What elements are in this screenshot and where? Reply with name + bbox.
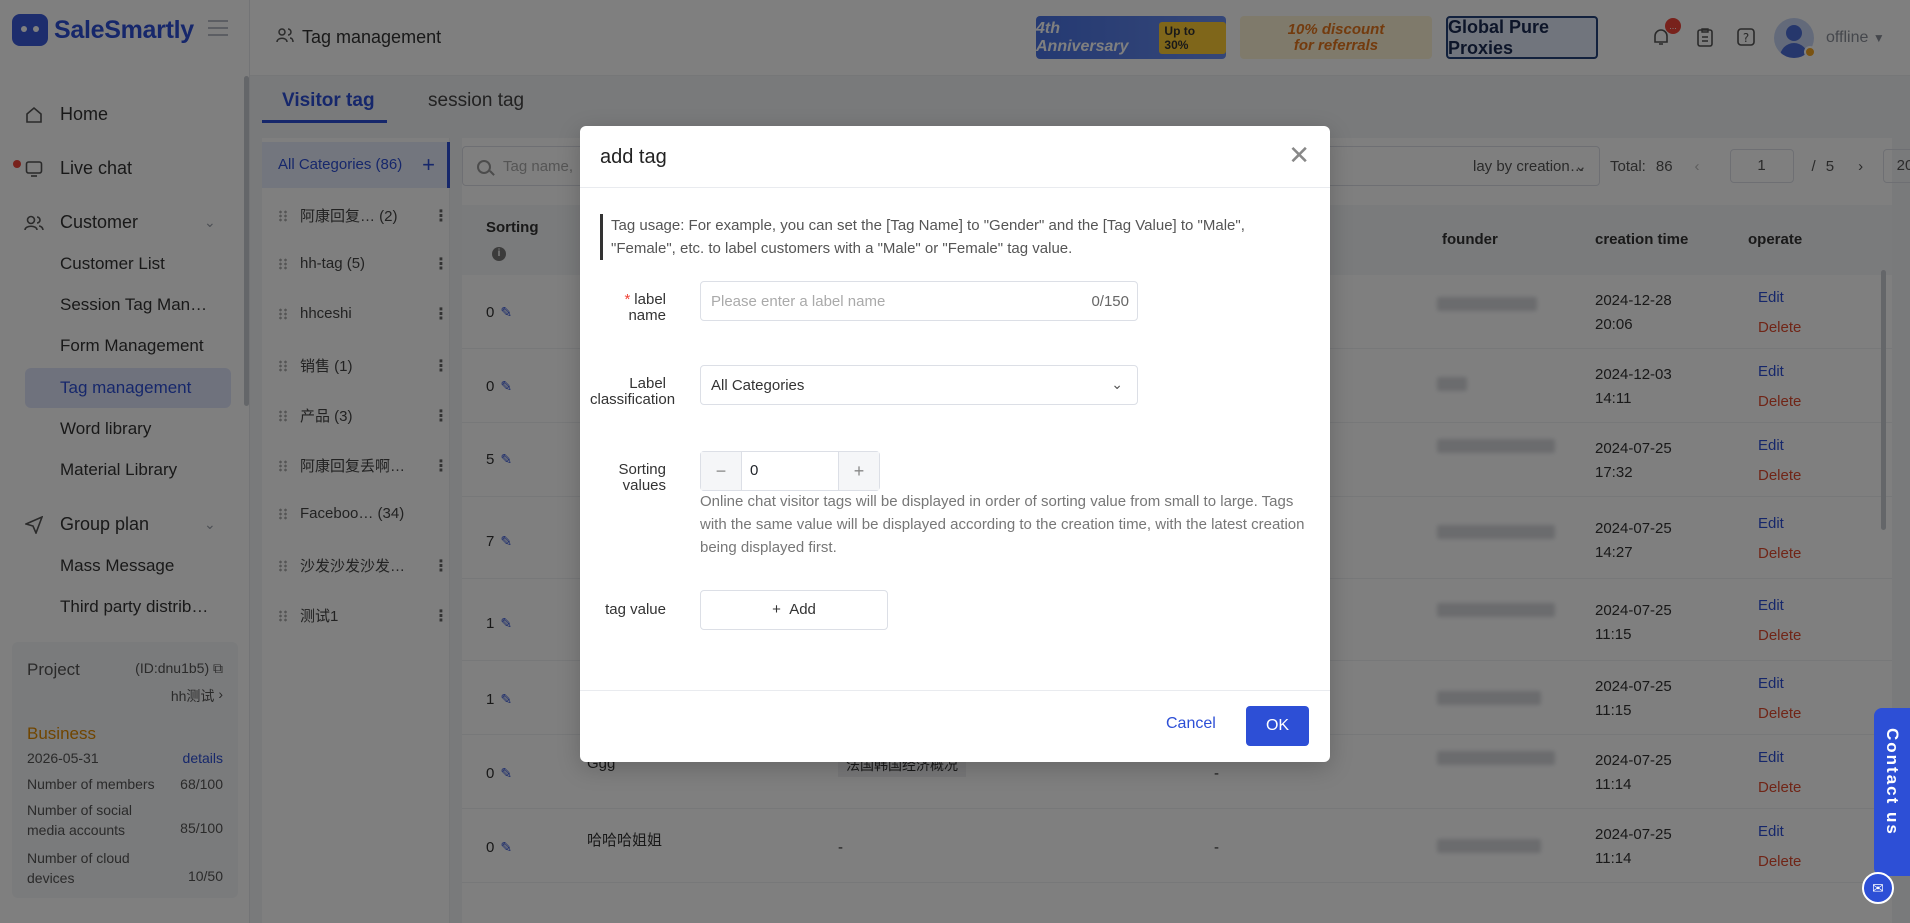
dialog-title: add tag bbox=[600, 146, 667, 168]
chat-bubble-icon[interactable]: ✉ bbox=[1862, 872, 1894, 904]
cancel-button[interactable]: Cancel bbox=[1166, 715, 1216, 733]
add-label: Add bbox=[789, 601, 816, 618]
char-counter: 0/150 bbox=[1091, 293, 1129, 310]
chevron-down-icon: ⌄ bbox=[1111, 376, 1123, 392]
dialog-footer: Cancel OK bbox=[580, 690, 1330, 762]
classification-select[interactable]: All Categories ⌄ bbox=[700, 365, 1138, 405]
ok-button[interactable]: OK bbox=[1246, 706, 1309, 746]
required-asterisk: * bbox=[624, 291, 631, 308]
label-name-label: * label name bbox=[624, 291, 666, 324]
dialog-header: add tag ✕ bbox=[580, 126, 1330, 188]
sorting-label: Sorting values bbox=[618, 461, 666, 494]
classification-value: All Categories bbox=[711, 377, 805, 394]
label-name-placeholder: Please enter a label name bbox=[711, 293, 886, 310]
plus-icon: + bbox=[772, 601, 781, 618]
sorting-stepper: − 0 + bbox=[700, 451, 880, 491]
contact-us-button[interactable]: Contact us bbox=[1874, 708, 1910, 876]
sorting-value-input[interactable]: 0 bbox=[741, 452, 839, 490]
contact-us-label: Contact us bbox=[1883, 728, 1902, 836]
increment-button[interactable]: + bbox=[839, 452, 879, 490]
add-tag-value-button[interactable]: + Add bbox=[700, 590, 888, 630]
sorting-description: Online chat visitor tags will be display… bbox=[700, 493, 1305, 556]
tag-value-label: tag value bbox=[605, 601, 666, 618]
close-icon[interactable]: ✕ bbox=[1288, 142, 1310, 168]
decrement-button[interactable]: − bbox=[701, 452, 741, 490]
add-tag-dialog: add tag ✕ Tag usage: For example, you ca… bbox=[580, 126, 1330, 762]
label-name-input[interactable]: Please enter a label name 0/150 bbox=[700, 281, 1138, 321]
tag-usage-hint: Tag usage: For example, you can set the … bbox=[600, 214, 1290, 260]
classification-label: Label classification bbox=[590, 375, 676, 408]
